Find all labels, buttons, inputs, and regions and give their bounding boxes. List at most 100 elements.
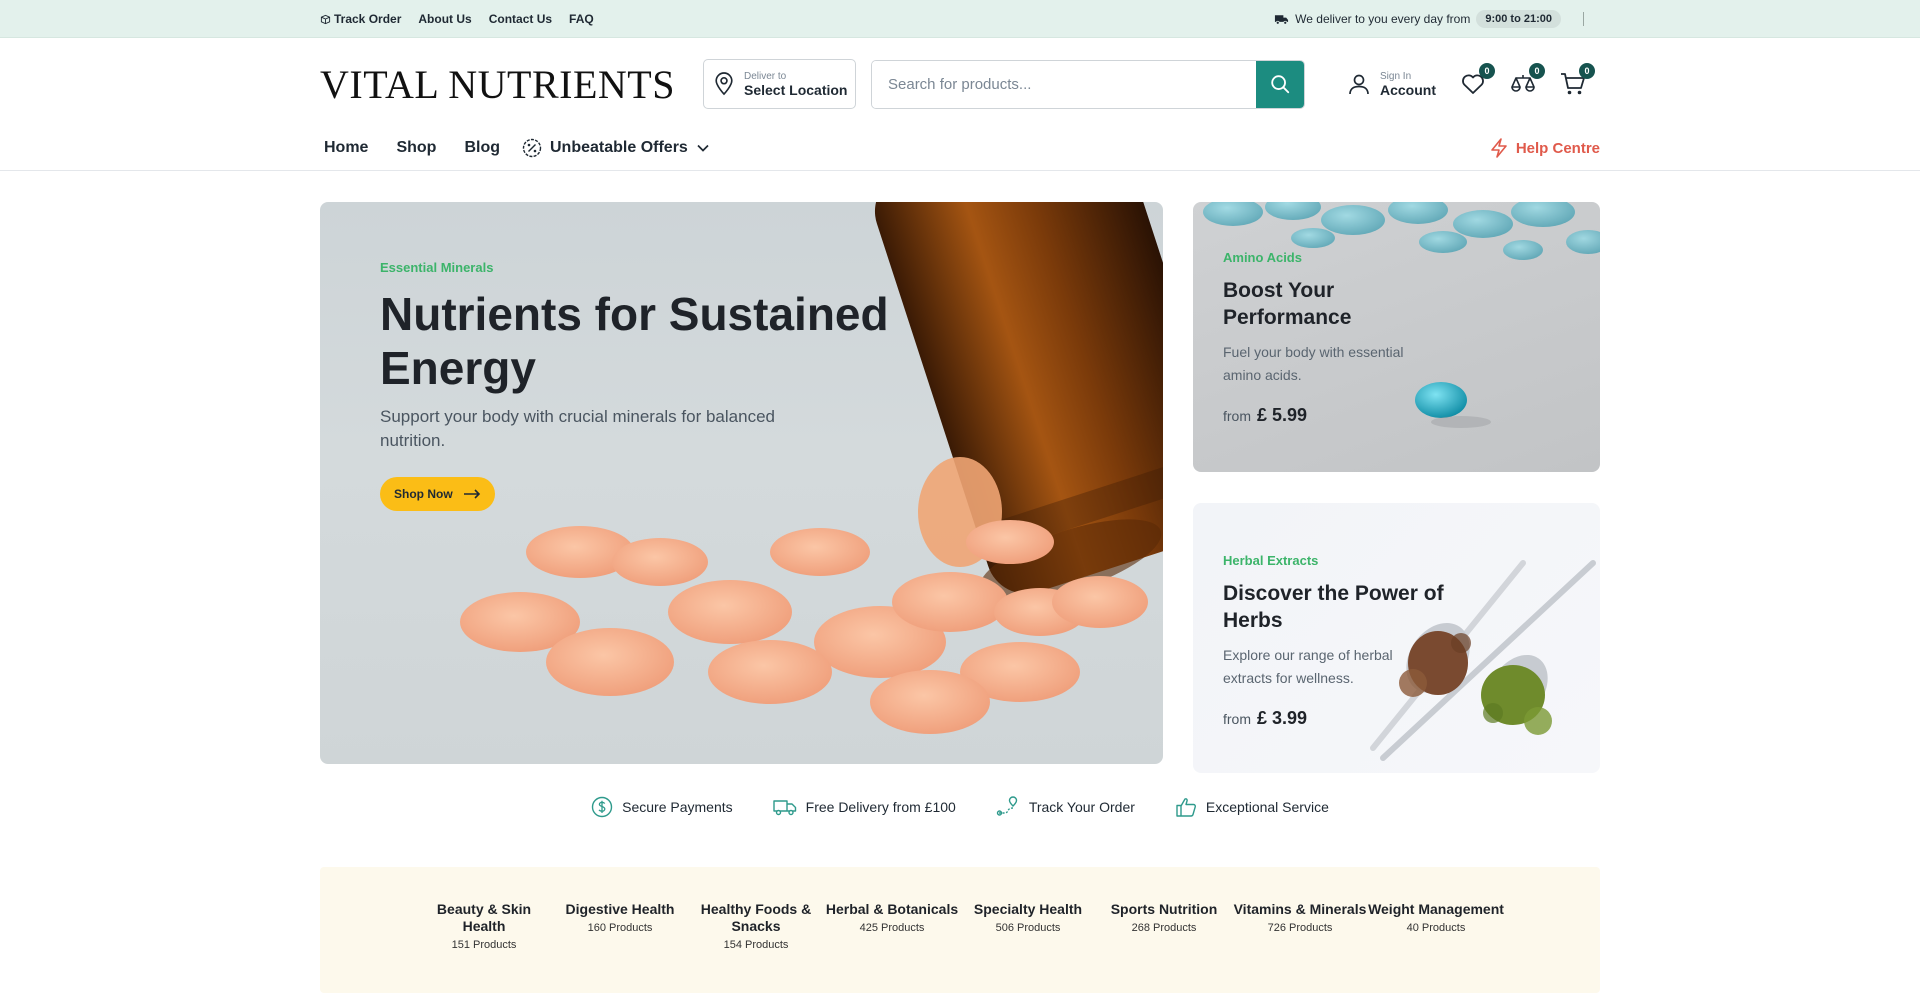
cart-button[interactable]: 0: [1560, 63, 1595, 97]
price-amount: £ 3.99: [1257, 708, 1308, 728]
compare-count-badge: 0: [1529, 63, 1545, 79]
box-icon: [320, 14, 331, 24]
features-bar: Secure Payments Free Delivery from £100 …: [0, 773, 1920, 840]
discount-badge-icon: [522, 138, 542, 158]
route-pin-icon: [996, 795, 1018, 816]
delivery-truck-icon: [1275, 15, 1289, 25]
delivery-info: We deliver to you every day from 9:00 to…: [1274, 10, 1584, 28]
location-pin-icon: [715, 72, 733, 96]
wishlist-button[interactable]: 0: [1460, 63, 1495, 97]
top-bar: Track Order About Us Contact Us FAQ We d…: [0, 0, 1920, 38]
category-count: 151 Products: [451, 939, 517, 951]
user-icon: [1349, 74, 1369, 95]
main-banner-subtitle: Support your body with crucial minerals …: [380, 407, 775, 450]
amino-acids-banner[interactable]: Amino Acids Boost Your Performance Fuel …: [1193, 202, 1600, 472]
category-name: Vitamins & Minerals: [1233, 901, 1367, 917]
main-nav: Home Shop Blog Unbeatable Offers Help Ce…: [0, 130, 1920, 171]
category-name: Beauty & Skin Health: [436, 901, 532, 934]
main-banner-eyebrow: Essential Minerals: [380, 260, 494, 275]
feature-track-order: Track Your Order: [996, 795, 1135, 818]
cart-count-badge: 0: [1579, 63, 1595, 79]
track-order-link[interactable]: Track Order: [320, 12, 401, 26]
lightning-icon: [1491, 138, 1507, 158]
amino-acids-subtitle: Fuel your body with essential amino acid…: [1223, 344, 1404, 383]
about-us-link[interactable]: About Us: [418, 12, 471, 26]
herbal-extracts-banner[interactable]: Herbal Extracts Discover the Power of He…: [1193, 503, 1600, 773]
category-item[interactable]: Beauty & Skin Health 151 Products: [416, 901, 552, 951]
help-centre-label: Help Centre: [1515, 139, 1600, 157]
category-item[interactable]: Healthy Foods & Snacks 154 Products: [688, 901, 824, 951]
compare-button[interactable]: 0: [1510, 63, 1545, 97]
select-location-button[interactable]: Deliver to Select Location: [703, 59, 856, 109]
category-count: 40 Products: [1406, 922, 1466, 934]
price-amount: £ 5.99: [1257, 405, 1308, 425]
account-label: Account: [1380, 81, 1436, 98]
nav-blog[interactable]: Blog: [464, 139, 500, 157]
price-from-label: from: [1223, 711, 1251, 727]
divider: [1583, 12, 1584, 26]
category-item[interactable]: Specialty Health 506 Products: [960, 901, 1096, 951]
category-item[interactable]: Digestive Health 160 Products: [552, 901, 688, 951]
search-bar: [871, 59, 1305, 109]
price-from-label: from: [1223, 408, 1251, 424]
wishlist-count-badge: 0: [1479, 63, 1495, 79]
category-count: 506 Products: [995, 922, 1061, 934]
herbal-extracts-subtitle: Explore our range of herbal extracts for…: [1223, 647, 1393, 686]
category-count: 160 Products: [587, 922, 653, 934]
site-logo[interactable]: VITAL NUTRIENTS: [320, 61, 703, 108]
delivery-text: We deliver to you every day from: [1295, 12, 1471, 26]
category-item[interactable]: Weight Management 40 Products: [1368, 901, 1504, 951]
select-location-label: Select Location: [744, 81, 848, 98]
header: VITAL NUTRIENTS Deliver to Select Locati…: [0, 38, 1920, 130]
shop-now-label: Shop Now: [394, 487, 453, 501]
feature-label: Track Your Order: [1028, 798, 1135, 815]
feature-secure-payments: Secure Payments: [591, 796, 733, 818]
feature-free-delivery: Free Delivery from £100: [772, 798, 956, 816]
sign-in-label: Sign In: [1380, 70, 1412, 82]
main-banner[interactable]: Essential Minerals Nutrients for Sustain…: [320, 202, 1163, 764]
nav-shop[interactable]: Shop: [396, 139, 436, 157]
category-item[interactable]: Herbal & Botanicals 425 Products: [824, 901, 960, 951]
chevron-down-icon: [697, 144, 709, 152]
category-name: Digestive Health: [565, 901, 675, 917]
account-link[interactable]: Sign In Account: [1347, 71, 1436, 98]
category-item[interactable]: Sports Nutrition 268 Products: [1096, 901, 1232, 951]
arrow-right-icon: [463, 489, 480, 499]
nav-home[interactable]: Home: [324, 139, 368, 157]
category-count: 268 Products: [1131, 922, 1197, 934]
delivery-hours-badge: 9:00 to 21:00: [1476, 10, 1561, 28]
shop-now-button[interactable]: Shop Now: [380, 477, 495, 511]
category-name: Sports Nutrition: [1110, 901, 1218, 917]
top-links: Track Order About Us Contact Us FAQ: [320, 12, 594, 26]
amino-acids-price: from £ 5.99: [1223, 405, 1463, 426]
category-count: 726 Products: [1267, 922, 1333, 934]
feature-label: Secure Payments: [622, 798, 733, 815]
category-count: 425 Products: [859, 922, 925, 934]
help-centre-link[interactable]: Help Centre: [1490, 138, 1600, 158]
deliver-to-label: Deliver to: [744, 70, 787, 82]
search-input[interactable]: [872, 60, 1256, 108]
track-order-label: Track Order: [334, 12, 402, 26]
hero-section: Essential Minerals Nutrients for Sustain…: [0, 171, 1920, 773]
category-name: Specialty Health: [973, 901, 1083, 917]
offers-label: Unbeatable Offers: [550, 139, 688, 156]
herbal-extracts-price: from £ 3.99: [1223, 708, 1463, 729]
faq-link[interactable]: FAQ: [569, 12, 594, 26]
feature-exceptional-service: Exceptional Service: [1175, 796, 1329, 818]
amino-acids-title: Boost Your Performance: [1223, 279, 1352, 329]
category-strip: Beauty & Skin Health 151 Products Digest…: [320, 867, 1600, 993]
category-name: Weight Management: [1368, 901, 1504, 917]
truck-icon: [772, 799, 796, 815]
nav-unbeatable-offers[interactable]: Unbeatable Offers: [522, 138, 710, 158]
search-icon: [1271, 75, 1290, 94]
contact-us-link[interactable]: Contact Us: [489, 12, 552, 26]
category-item[interactable]: Vitamins & Minerals 726 Products: [1232, 901, 1368, 951]
thumbs-up-icon: [1176, 797, 1196, 817]
herbal-extracts-title: Discover the Power of Herbs: [1223, 582, 1444, 632]
dollar-coin-icon: [591, 796, 613, 817]
search-button[interactable]: [1256, 60, 1304, 108]
amino-acids-eyebrow: Amino Acids: [1223, 250, 1302, 265]
category-name: Herbal & Botanicals: [825, 901, 959, 917]
main-banner-title: Nutrients for Sustained Energy: [380, 288, 889, 394]
herbal-extracts-eyebrow: Herbal Extracts: [1223, 553, 1319, 568]
